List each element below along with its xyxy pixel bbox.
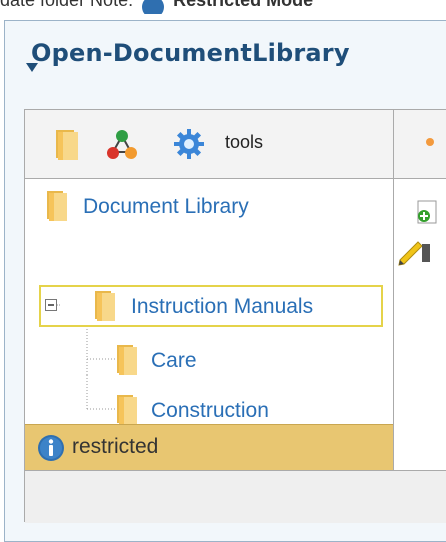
tree-node-care[interactable]: Care [113, 343, 313, 377]
top-note-line: date folder Note: Restricted Mode [0, 0, 446, 14]
library-container: tools Document Library Instruction Manua… [24, 109, 446, 523]
document-list-pane [394, 110, 446, 470]
hierarchy-icon[interactable] [105, 128, 139, 162]
status-bar: restricted [25, 424, 393, 471]
folder-icon [47, 191, 67, 221]
folder-tree: Document Library Instruction Manuals Car… [25, 179, 393, 427]
info-icon [142, 0, 165, 14]
info-icon [38, 435, 64, 461]
tree-node-label: Construction [151, 399, 269, 422]
document-library-panel: Open-DocumentLibrary tools Document Libr… [4, 20, 446, 542]
status-text: restricted [72, 435, 159, 458]
gear-icon[interactable] [173, 128, 205, 160]
folder-icon [117, 345, 137, 375]
collapse-node-icon[interactable] [45, 299, 61, 315]
tree-node-label: Care [151, 349, 197, 372]
bottom-bar [25, 470, 446, 523]
folder-tree-pane: tools Document Library Instruction Manua… [25, 110, 394, 495]
tree-node-instruction-manuals[interactable]: Instruction Manuals [43, 289, 383, 323]
folder-icon [95, 291, 115, 321]
tree-node-construction[interactable]: Construction [113, 393, 353, 427]
tools-label[interactable]: tools [225, 132, 263, 153]
tree-toolbar: tools [25, 110, 393, 179]
top-note-text: date folder Note: [0, 0, 139, 10]
tree-node-label: Instruction Manuals [131, 295, 314, 318]
document-toolbar [394, 110, 446, 179]
folder-icon [117, 395, 137, 425]
tree-node-document-library[interactable]: Document Library [43, 189, 343, 223]
edit-pencil-icon[interactable] [398, 238, 432, 266]
orange-dot-icon [426, 138, 434, 146]
add-document-icon[interactable] [414, 198, 442, 226]
tree-node-label: Document Library [83, 195, 249, 218]
folder-icon[interactable] [50, 128, 86, 162]
restricted-mode-text: Restricted Mode [173, 0, 314, 10]
panel-title[interactable]: Open-DocumentLibrary [31, 39, 350, 67]
